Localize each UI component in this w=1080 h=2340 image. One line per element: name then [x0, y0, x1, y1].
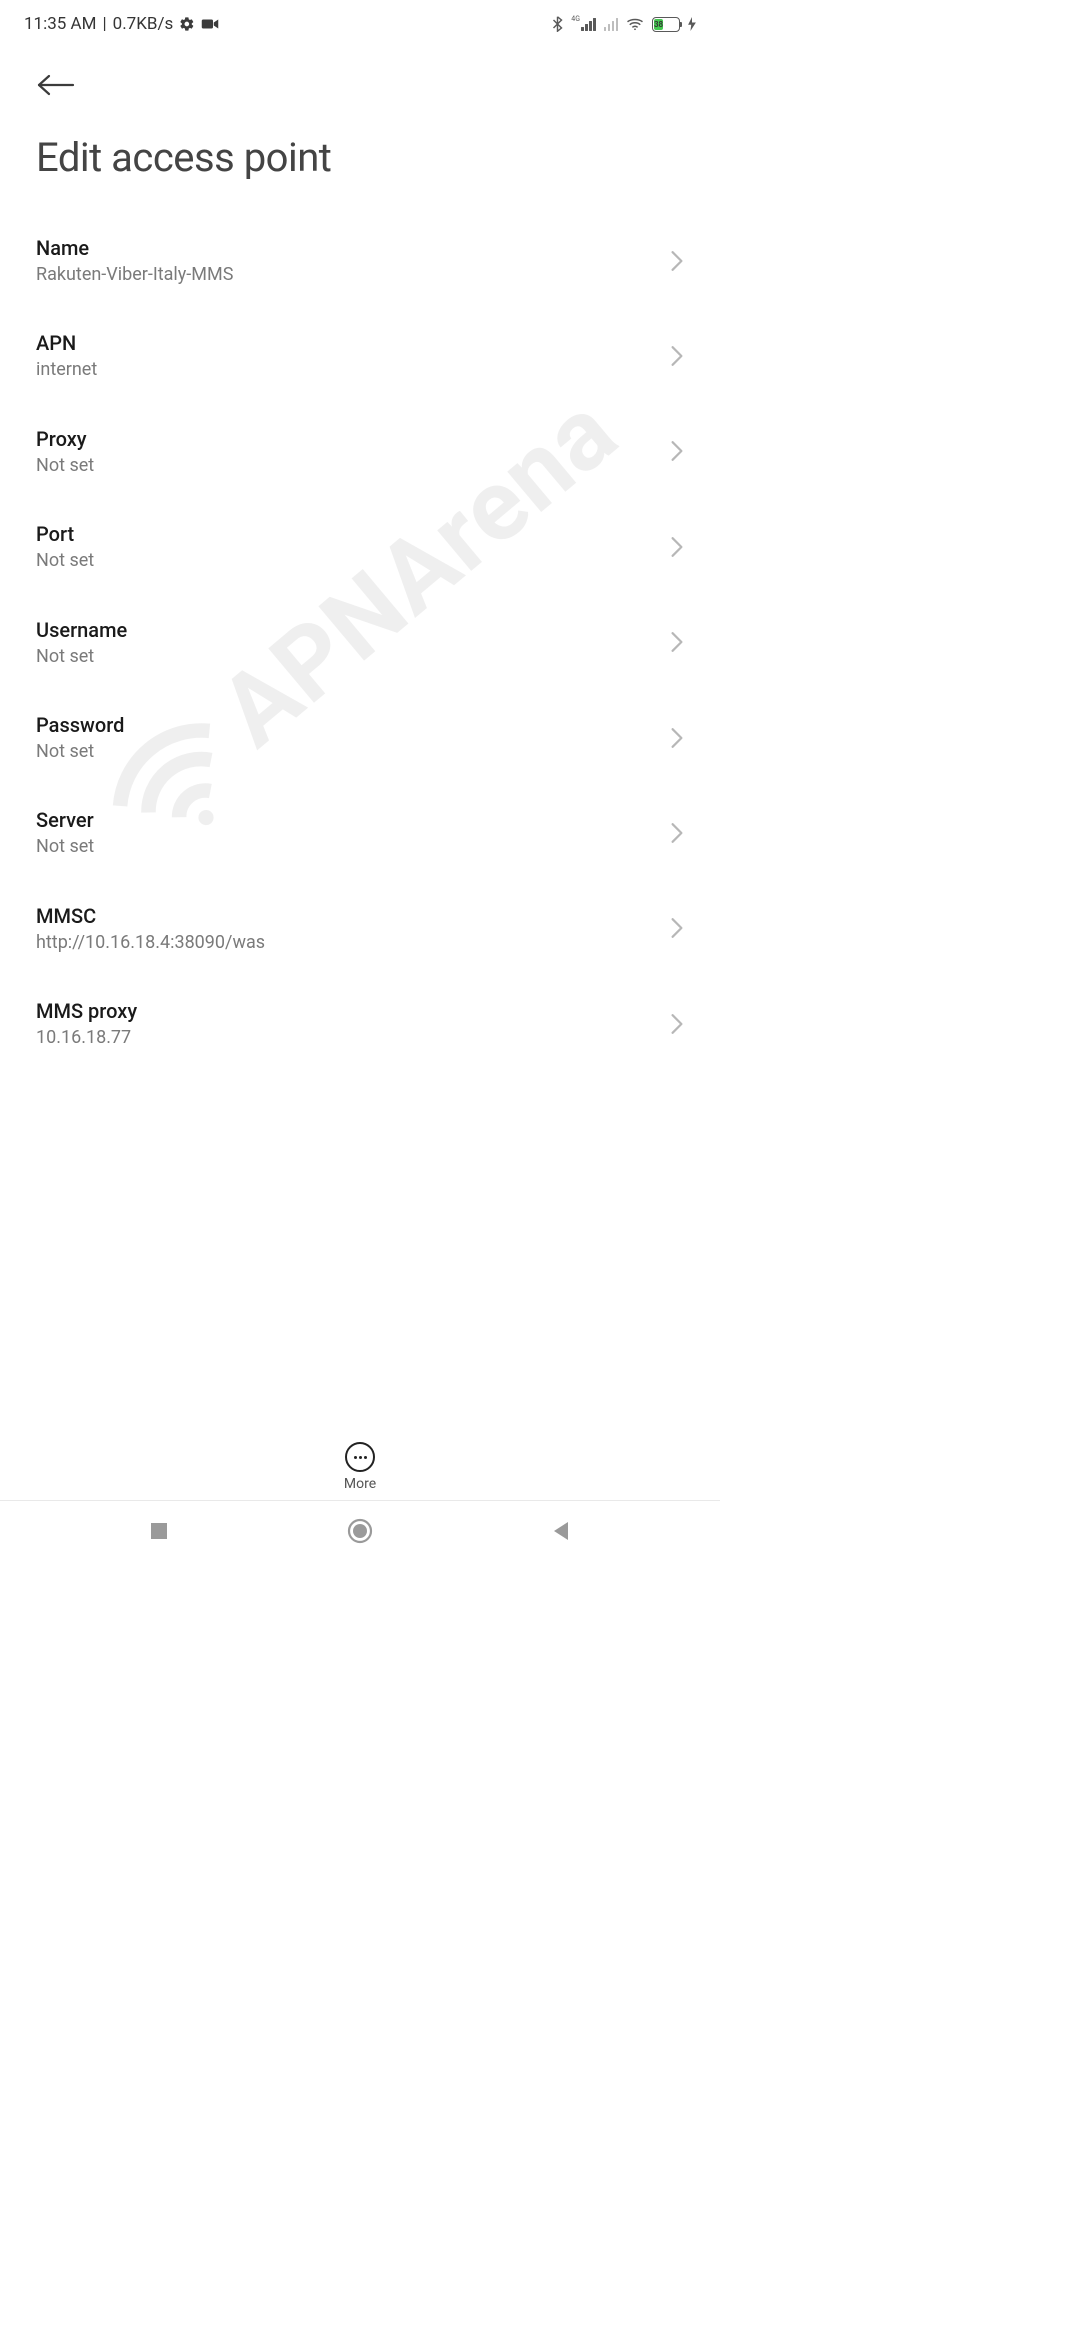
back-button[interactable]	[36, 70, 684, 104]
row-username[interactable]: Username Not set	[36, 595, 684, 690]
row-label: APN	[36, 330, 660, 356]
battery-icon: 38	[652, 17, 680, 32]
more-button[interactable]: More	[0, 1442, 720, 1492]
row-label: Port	[36, 521, 660, 547]
chevron-right-icon	[670, 631, 684, 653]
nav-home-button[interactable]	[347, 1518, 373, 1544]
row-password[interactable]: Password Not set	[36, 690, 684, 785]
row-value: 10.16.18.77	[36, 1026, 660, 1049]
more-label: More	[344, 1476, 376, 1492]
status-separator: |	[102, 14, 106, 34]
chevron-right-icon	[670, 1013, 684, 1035]
row-value: Not set	[36, 835, 660, 858]
row-value: http://10.16.18.4:38090/was	[36, 931, 660, 954]
status-bar: 11:35 AM | 0.7KB/s 4G	[0, 0, 720, 48]
row-label: Name	[36, 235, 660, 261]
row-port[interactable]: Port Not set	[36, 499, 684, 594]
row-label: Server	[36, 807, 660, 833]
row-value: Rakuten-Viber-Italy-MMS	[36, 263, 660, 286]
status-time: 11:35 AM	[24, 14, 96, 34]
row-value: Not set	[36, 645, 660, 668]
row-name[interactable]: Name Rakuten-Viber-Italy-MMS	[36, 213, 684, 308]
row-value: Not set	[36, 740, 660, 763]
row-label: Proxy	[36, 426, 660, 452]
chevron-right-icon	[670, 345, 684, 367]
row-mmsc[interactable]: MMSC http://10.16.18.4:38090/was	[36, 881, 684, 976]
row-label: MMSC	[36, 903, 660, 929]
row-apn[interactable]: APN internet	[36, 308, 684, 403]
fade-overlay	[0, 1360, 720, 1420]
chevron-right-icon	[670, 727, 684, 749]
row-label: Password	[36, 712, 660, 738]
chevron-right-icon	[670, 250, 684, 272]
status-network-speed: 0.7KB/s	[113, 14, 174, 34]
row-server[interactable]: Server Not set	[36, 785, 684, 880]
chevron-right-icon	[670, 917, 684, 939]
row-mms-proxy[interactable]: MMS proxy 10.16.18.77	[36, 976, 684, 1071]
settings-list: Name Rakuten-Viber-Italy-MMS APN interne…	[0, 213, 720, 1072]
chevron-right-icon	[670, 822, 684, 844]
bluetooth-icon	[552, 16, 563, 32]
page-title: Edit access point	[0, 104, 720, 213]
row-value: Not set	[36, 549, 660, 572]
nav-back-button[interactable]	[551, 1520, 571, 1542]
charging-icon	[688, 17, 696, 31]
row-label: MMS proxy	[36, 998, 660, 1024]
chevron-right-icon	[670, 536, 684, 558]
cellular-signal-2-icon	[604, 17, 619, 31]
row-value: internet	[36, 358, 660, 381]
row-value: Not set	[36, 454, 660, 477]
row-proxy[interactable]: Proxy Not set	[36, 404, 684, 499]
cellular-signal-1-icon: 4G	[571, 17, 595, 31]
navigation-bar	[0, 1500, 720, 1560]
chevron-right-icon	[670, 440, 684, 462]
nav-recent-button[interactable]	[149, 1521, 169, 1541]
wifi-icon	[626, 17, 644, 31]
more-icon	[345, 1442, 375, 1472]
row-label: Username	[36, 617, 660, 643]
camera-icon	[201, 17, 219, 31]
gear-icon	[179, 16, 195, 32]
